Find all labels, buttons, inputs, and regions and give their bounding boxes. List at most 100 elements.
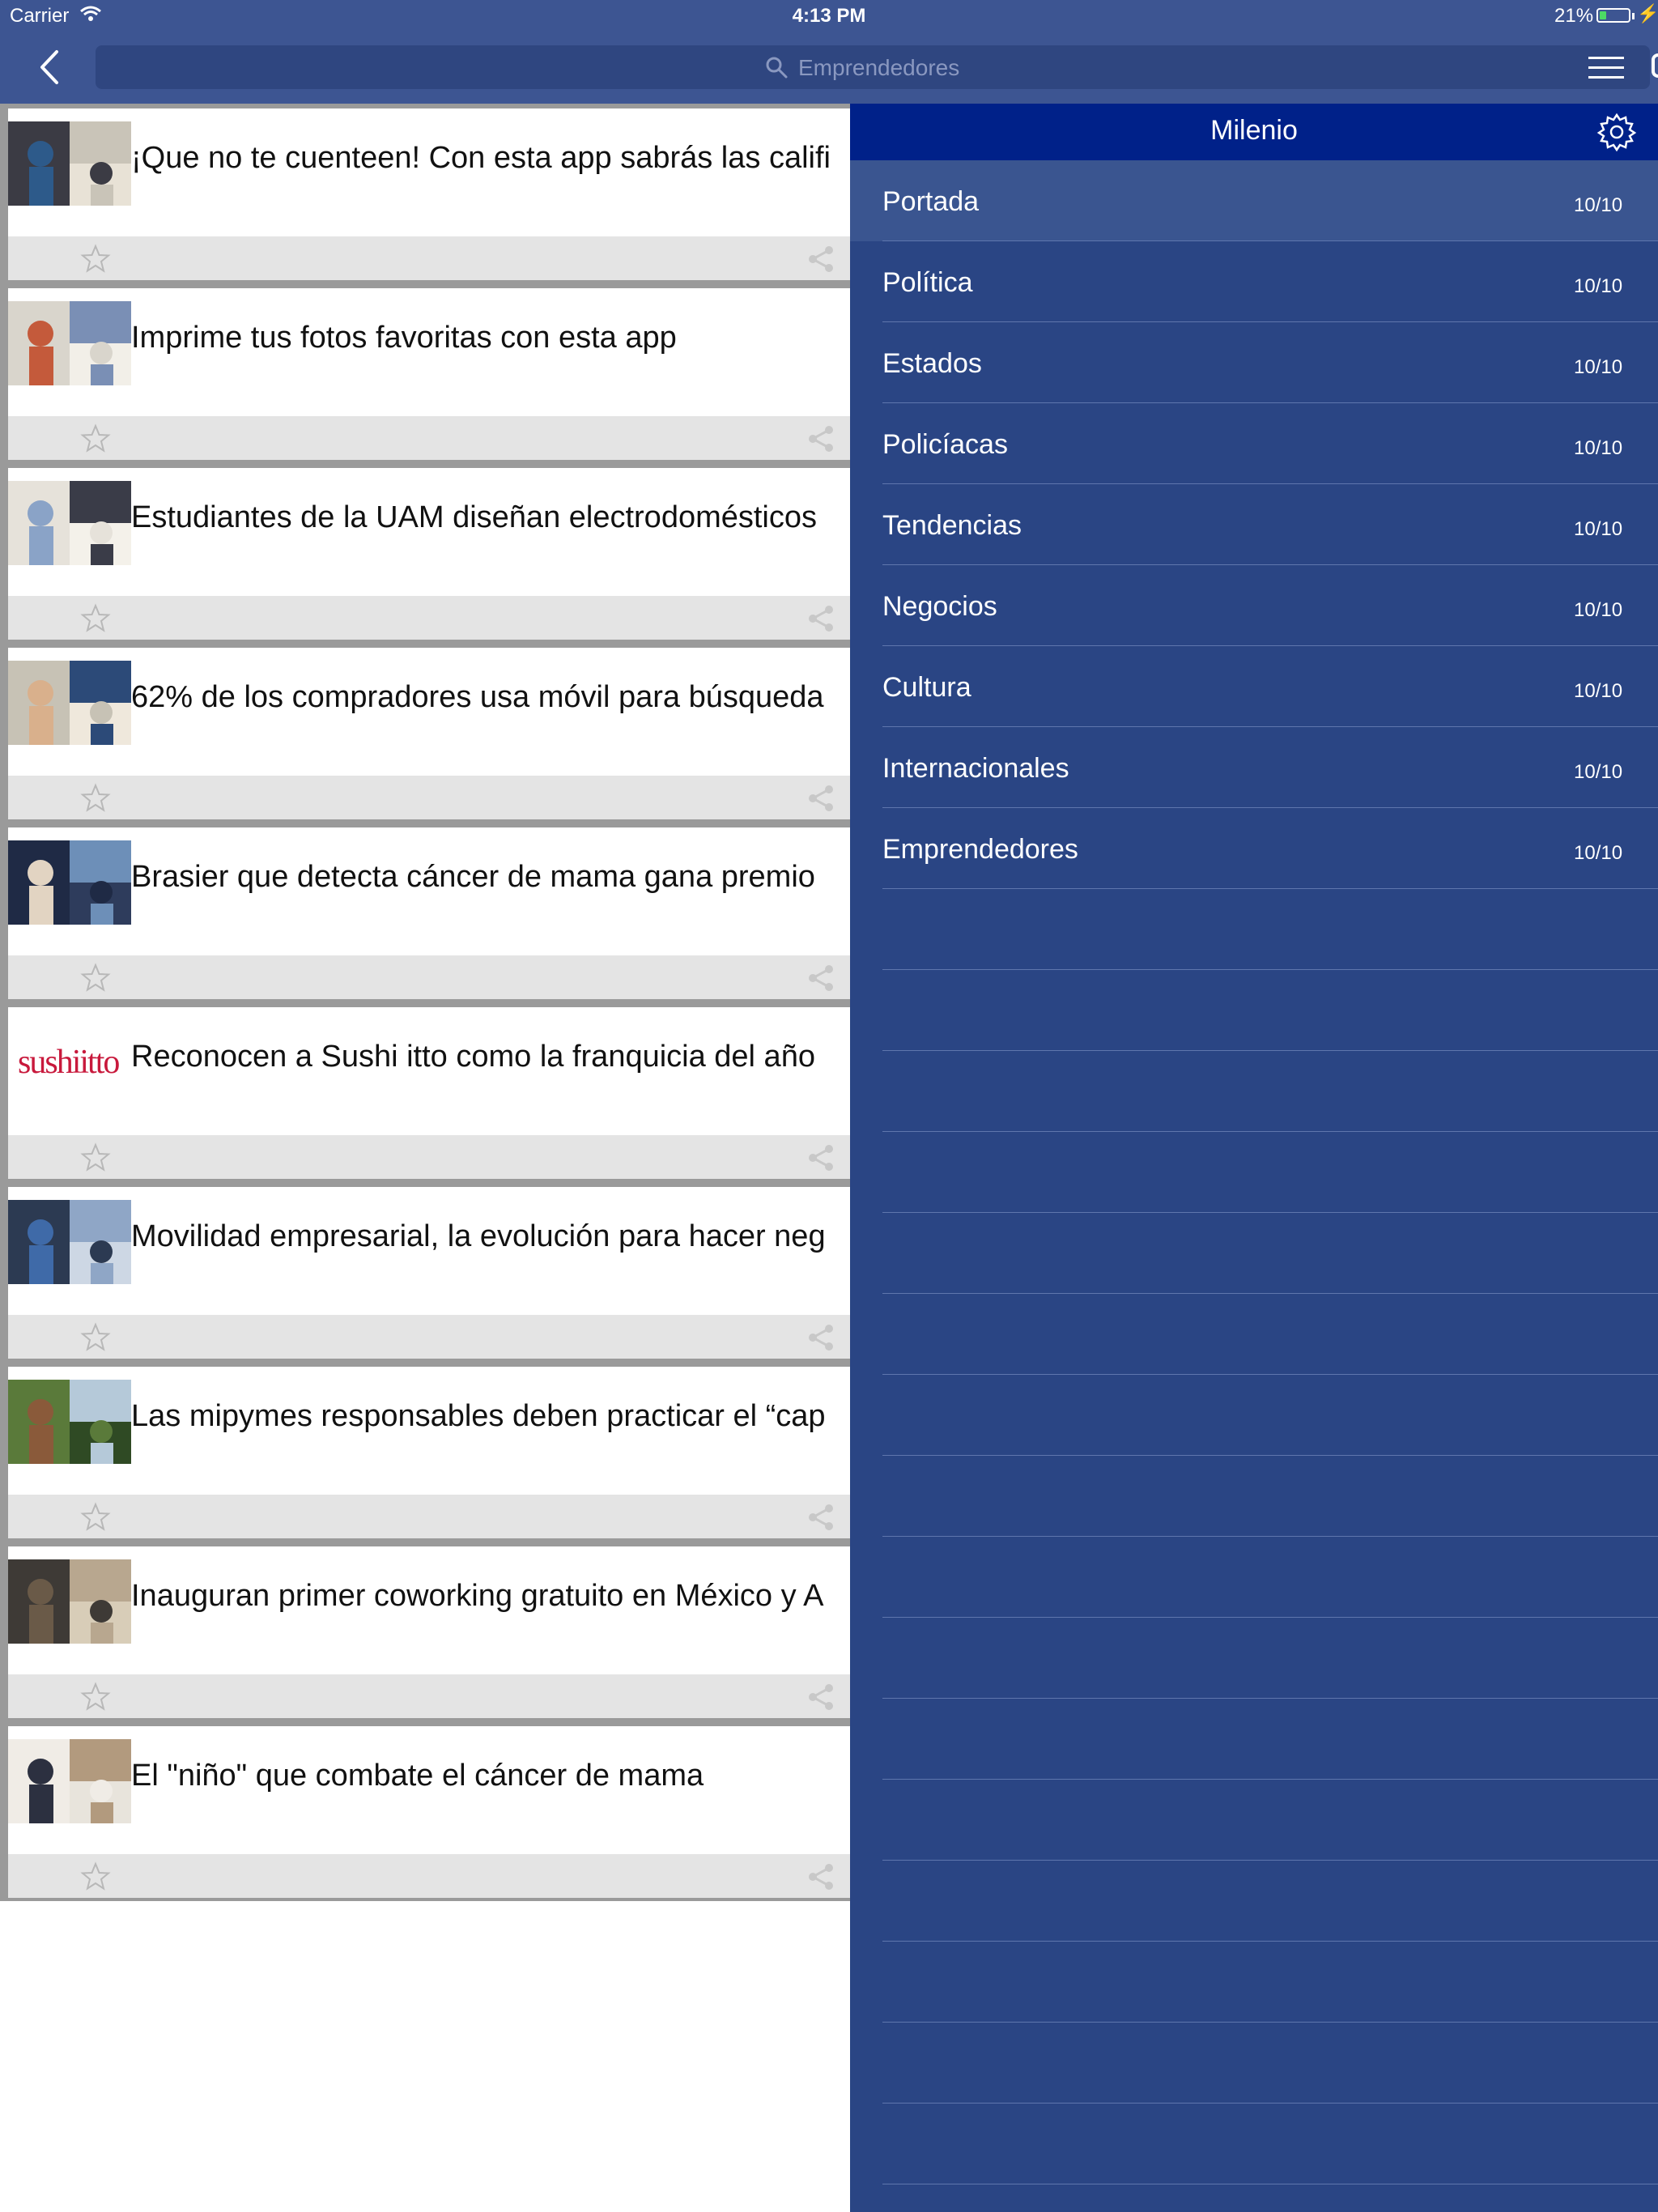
chevron-left-icon	[40, 50, 58, 84]
favorite-star-icon[interactable]	[79, 1321, 112, 1354]
article-thumbnail	[8, 301, 131, 385]
article-title[interactable]: Brasier que detecta cáncer de mama gana …	[131, 860, 815, 895]
article-thumbnail	[8, 121, 131, 206]
empty-row-divider	[882, 1536, 1658, 1537]
article-title[interactable]: 62% de los compradores usa móvil para bú…	[131, 680, 824, 715]
section-count: 10/10	[1574, 842, 1623, 864]
panel-header: Milenio	[850, 104, 1658, 160]
section-count: 10/10	[1574, 437, 1623, 459]
article-action-bar	[8, 1495, 850, 1538]
section-item[interactable]: Portada 10/10	[850, 160, 1658, 241]
favorite-star-icon[interactable]	[79, 782, 112, 815]
article-card[interactable]: Las mipymes responsables deben practicar…	[8, 1367, 850, 1538]
article-title[interactable]: Reconocen a Sushi itto como la franquici…	[131, 1040, 815, 1074]
section-count: 10/10	[1574, 275, 1623, 297]
favorite-star-icon[interactable]	[79, 602, 112, 635]
section-count: 10/10	[1574, 761, 1623, 783]
share-icon[interactable]	[805, 1501, 837, 1534]
hamburger-menu-icon[interactable]	[1588, 55, 1624, 81]
back-button[interactable]	[31, 47, 71, 87]
empty-row-divider	[882, 1617, 1658, 1618]
section-item[interactable]: Estados 10/10	[850, 322, 1658, 403]
section-label: Negocios	[882, 591, 997, 622]
empty-row-divider	[882, 1860, 1658, 1861]
section-item[interactable]: Cultura 10/10	[850, 646, 1658, 727]
article-card[interactable]: ¡Que no te cuenteen! Con esta app sabrás…	[8, 108, 850, 280]
section-item[interactable]: Tendencias 10/10	[850, 484, 1658, 565]
article-title[interactable]: El "niño" que combate el cáncer de mama	[131, 1759, 704, 1793]
search-field[interactable]: Emprendedores	[96, 45, 1650, 89]
section-count: 10/10	[1574, 194, 1623, 216]
empty-row-divider	[882, 1698, 1658, 1699]
article-action-bar	[8, 1854, 850, 1898]
favorite-star-icon[interactable]	[79, 423, 112, 455]
article-title[interactable]: Estudiantes de la UAM diseñan electrodom…	[131, 500, 817, 535]
article-card[interactable]: Estudiantes de la UAM diseñan electrodom…	[8, 468, 850, 640]
section-count: 10/10	[1574, 599, 1623, 621]
share-icon[interactable]	[805, 243, 837, 275]
article-feed: ¡Que no te cuenteen! Con esta app sabrás…	[0, 104, 850, 1901]
section-label: Tendencias	[882, 510, 1022, 541]
article-thumbnail	[8, 1739, 131, 1823]
panel-title: Milenio	[1210, 115, 1298, 146]
search-icon	[766, 57, 788, 79]
article-action-bar	[8, 236, 850, 280]
article-card[interactable]: Movilidad empresarial, la evolución para…	[8, 1187, 850, 1359]
article-card[interactable]: Inauguran primer coworking gratuito en M…	[8, 1546, 850, 1718]
share-icon[interactable]	[805, 1861, 837, 1893]
section-label: Internacionales	[882, 753, 1069, 784]
share-icon[interactable]	[805, 1681, 837, 1713]
share-icon[interactable]	[805, 962, 837, 994]
empty-row-divider	[882, 969, 1658, 970]
article-action-bar	[8, 776, 850, 819]
article-card[interactable]: El "niño" que combate el cáncer de mama	[8, 1726, 850, 1898]
article-card[interactable]: Imprime tus fotos favoritas con esta app	[8, 288, 850, 460]
navigation-bar: Carrier 4:13 PM 21% ⚡ Emprendedores	[0, 0, 1658, 104]
charging-bolt-icon: ⚡	[1637, 3, 1658, 23]
section-label: Estados	[882, 348, 982, 379]
status-bar: Carrier 4:13 PM 21% ⚡	[0, 0, 1658, 32]
article-card[interactable]: 62% de los compradores usa móvil para bú…	[8, 648, 850, 819]
article-title[interactable]: Movilidad empresarial, la evolución para…	[131, 1219, 826, 1254]
empty-row-divider	[882, 2022, 1658, 2023]
empty-row-divider	[882, 1050, 1658, 1051]
article-thumbnail	[8, 1559, 131, 1644]
favorite-star-icon[interactable]	[79, 1142, 112, 1174]
section-item[interactable]: Política 10/10	[850, 241, 1658, 322]
favorite-star-icon[interactable]	[79, 1861, 112, 1893]
section-label: Portada	[882, 186, 980, 217]
article-card[interactable]: Brasier que detecta cáncer de mama gana …	[8, 827, 850, 999]
empty-row-divider	[882, 1374, 1658, 1375]
section-item[interactable]: Policíacas 10/10	[850, 403, 1658, 484]
sections-panel: Milenio Portada 10/10 Política 10/10 Estados…	[850, 104, 1658, 2212]
article-title[interactable]: Inauguran primer coworking gratuito en M…	[131, 1579, 823, 1614]
clock: 4:13 PM	[792, 5, 866, 27]
article-title[interactable]: ¡Que no te cuenteen! Con esta app sabrás…	[131, 141, 831, 176]
empty-row-divider	[882, 1779, 1658, 1780]
section-item[interactable]: Negocios 10/10	[850, 565, 1658, 646]
share-icon[interactable]	[805, 423, 837, 455]
settings-gear-icon[interactable]	[1596, 112, 1637, 152]
favorite-star-icon[interactable]	[79, 962, 112, 994]
article-card[interactable]: sushiitto Reconocen a Sushi itto como la …	[8, 1007, 850, 1179]
favorite-star-icon[interactable]	[79, 243, 112, 275]
section-label: Política	[882, 267, 973, 298]
article-title[interactable]: Las mipymes responsables deben practicar…	[131, 1399, 826, 1434]
article-thumbnail	[8, 840, 131, 925]
share-icon[interactable]	[805, 1142, 837, 1174]
share-icon[interactable]	[805, 1321, 837, 1354]
battery-icon	[1596, 8, 1635, 23]
section-count: 10/10	[1574, 518, 1623, 540]
section-item[interactable]: Internacionales 10/10	[850, 727, 1658, 808]
section-item[interactable]: Emprendedores 10/10	[850, 808, 1658, 889]
article-title[interactable]: Imprime tus fotos favoritas con esta app	[131, 321, 677, 355]
partial-icon-edge	[1652, 53, 1658, 78]
section-divider	[882, 888, 1658, 889]
section-label: Cultura	[882, 672, 971, 703]
share-icon[interactable]	[805, 602, 837, 635]
favorite-star-icon[interactable]	[79, 1501, 112, 1534]
share-icon[interactable]	[805, 782, 837, 815]
favorite-star-icon[interactable]	[79, 1681, 112, 1713]
empty-row-divider	[882, 1212, 1658, 1213]
empty-row-divider	[882, 2103, 1658, 2104]
